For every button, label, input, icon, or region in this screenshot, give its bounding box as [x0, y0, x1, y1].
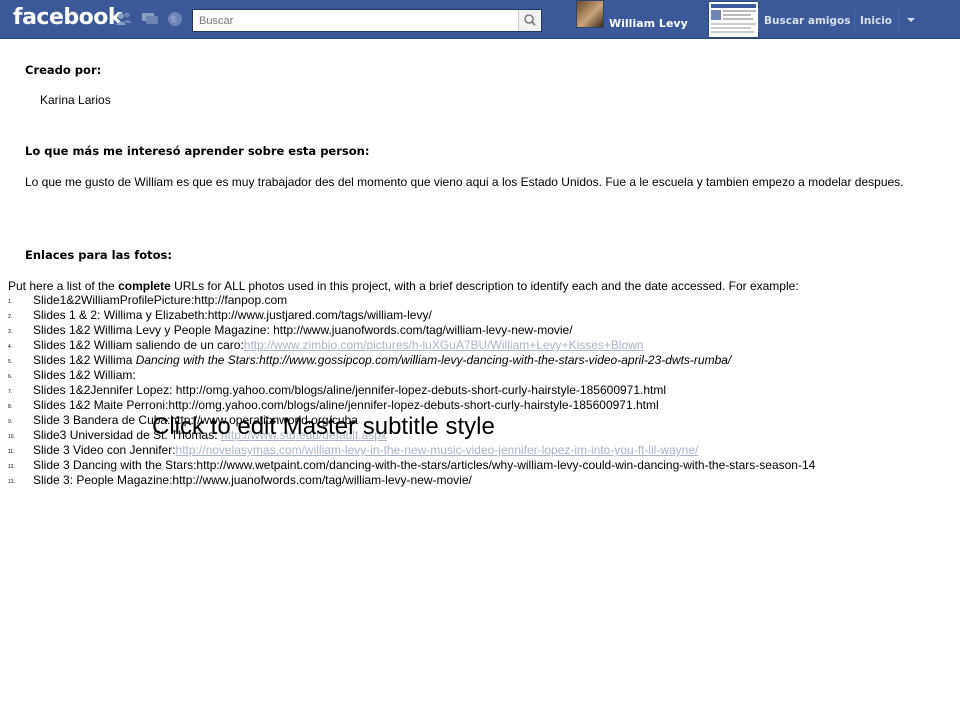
- notifications-globe-icon[interactable]: [166, 11, 184, 27]
- profile-avatar[interactable]: [576, 0, 604, 28]
- messages-icon[interactable]: [141, 11, 159, 27]
- list-item-text: Slides 1&2 Maite Perroni:http://omg.yaho…: [33, 398, 659, 412]
- list-item-text: Slides 1&2 Willima Levy y People Magazin…: [33, 323, 573, 337]
- find-friends-link[interactable]: Buscar amigos: [764, 15, 850, 27]
- nav-divider: [898, 8, 899, 32]
- instructions-emphasis: complete: [118, 279, 171, 293]
- list-item-text: Slides 1&2 William saliendo de un caro:: [33, 338, 244, 352]
- author-name: Karina Larios: [40, 93, 111, 107]
- interest-heading: Lo que más me interesó aprender sobre es…: [25, 144, 370, 158]
- list-item: 3. Slides 1&2 Willima Levy y People Magaz…: [8, 323, 898, 338]
- photo-links-heading: Enlaces para las fotos:: [25, 248, 172, 262]
- account-menu-button[interactable]: [903, 13, 919, 27]
- list-item: 12. Slide 3 Dancing with the Stars:http:/…: [8, 458, 898, 473]
- list-item-text: Slides 1 & 2: Willima y Elizabeth:http:/…: [33, 308, 432, 322]
- list-item: 7. Slides 1&2Jennifer Lopez: http://omg.y…: [8, 383, 898, 398]
- list-item: 1. Slide1&2WilliamProfilePicture:http://f…: [8, 293, 898, 308]
- list-item: 13. Slide 3: People Magazine:http://www.j…: [8, 473, 898, 488]
- list-item-text: Slide 3 Video con Jennifer:: [33, 443, 176, 457]
- created-by-heading: Creado por:: [25, 63, 102, 77]
- list-item-text: Slides 1&2Jennifer Lopez: http://omg.yah…: [33, 383, 667, 397]
- list-item: 4. Slides 1&2 William saliendo de un caro…: [8, 338, 898, 353]
- list-item: 2. Slides 1 & 2: Willima y Elizabeth:http…: [8, 308, 898, 323]
- photo-link-list: 1. Slide1&2WilliamProfilePicture:http://f…: [8, 293, 898, 488]
- list-item: 8. Slides 1&2 Maite Perroni:http://omg.ya…: [8, 398, 898, 413]
- search-input[interactable]: [193, 10, 525, 31]
- list-item-text: Slides 1&2 William:: [33, 368, 136, 382]
- list-item-text: Slide 3: People Magazine:http://www.juan…: [33, 473, 472, 487]
- facebook-top-bar: facebook William Levy Buscar amigos Inic…: [0, 0, 960, 39]
- photo-url-link[interactable]: http://www.zimbio.com/pictures/h-luXGuA7…: [244, 338, 644, 352]
- list-item-number: 13.: [8, 479, 15, 485]
- list-item-italic-text: Dancing with the Stars:http://www.gossip…: [135, 353, 732, 367]
- master-subtitle-placeholder[interactable]: Click to edit Master subtitle style: [152, 413, 495, 441]
- search-icon: [524, 14, 536, 26]
- facebook-logo[interactable]: facebook: [13, 5, 123, 30]
- list-item: 11. Slide 3 Video con Jennifer:http://nov…: [8, 443, 898, 458]
- list-item-text: Slide1&2WilliamProfilePicture:http://fan…: [33, 293, 288, 307]
- list-item: 6. Slides 1&2 William:: [8, 368, 898, 383]
- instructions-text: Put here a list of the complete URLs for…: [8, 279, 799, 293]
- nav-divider: [854, 8, 855, 32]
- search-button[interactable]: [518, 10, 541, 31]
- photo-url-link[interactable]: http://novelasymas.com/william-levy-in-t…: [176, 443, 699, 457]
- friend-requests-icon[interactable]: [115, 11, 133, 27]
- instructions-part-1: Put here a list of the: [8, 279, 119, 293]
- list-item-text: Slide 3 Dancing with the Stars:http://ww…: [33, 458, 816, 472]
- chevron-down-icon: [907, 18, 915, 22]
- home-link[interactable]: Inicio: [860, 15, 892, 27]
- list-item: 5. Slides 1&2 Willima Dancing with the St…: [8, 353, 898, 368]
- search-box[interactable]: [192, 9, 542, 32]
- page-thumbnail[interactable]: [708, 1, 759, 38]
- list-item-text: Slides 1&2 Willima: [33, 353, 136, 367]
- interest-paragraph: Lo que me gusto de William es que es muy…: [25, 175, 904, 189]
- instructions-part-2: URLs for ALL photos used in this project…: [170, 279, 799, 293]
- nav-divider: [758, 8, 759, 32]
- profile-name-link[interactable]: William Levy: [609, 17, 688, 30]
